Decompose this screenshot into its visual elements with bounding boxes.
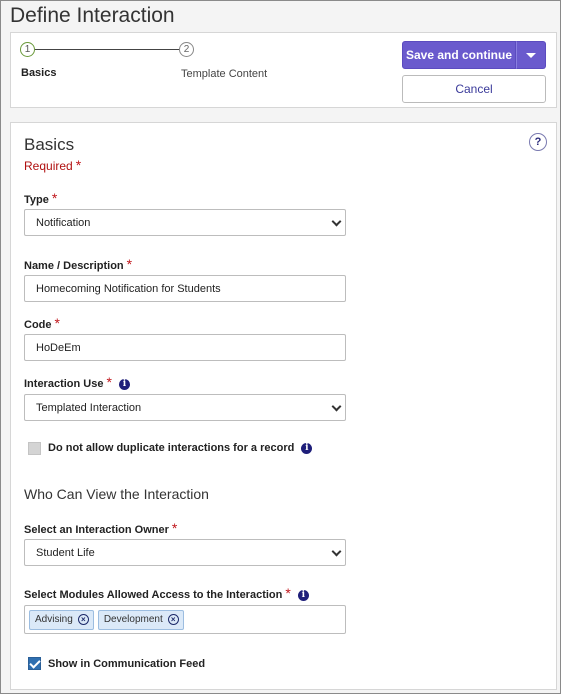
no-duplicates-label-text: Do not allow duplicate interactions for … xyxy=(48,442,295,454)
caret-down-icon xyxy=(526,52,536,58)
name-label-text: Name / Description xyxy=(24,260,124,272)
module-chip-development: Development × xyxy=(97,609,184,630)
close-circle-icon[interactable]: × xyxy=(77,614,89,625)
step-1-label[interactable]: Basics xyxy=(21,67,56,79)
chevron-down-icon xyxy=(331,546,342,557)
name-input[interactable]: Homecoming Notification for Students xyxy=(24,275,346,302)
info-circle-icon[interactable]: i xyxy=(118,378,130,390)
type-select-value: Notification xyxy=(36,216,91,229)
required-star: * xyxy=(285,585,291,601)
required-star: * xyxy=(51,190,58,206)
name-label: Name / Description * xyxy=(24,256,132,272)
interaction-use-label-text: Interaction Use xyxy=(24,378,104,390)
basics-panel: Basics ? Required * Type * Notification Na… xyxy=(10,122,557,690)
chip-label: Development xyxy=(103,614,163,625)
interaction-use-label: Interaction Use * i xyxy=(24,374,130,390)
step-1-indicator[interactable]: 1 xyxy=(20,42,35,57)
chevron-down-icon xyxy=(331,401,342,412)
type-label-text: Type xyxy=(24,194,49,206)
code-label-text: Code xyxy=(24,319,52,331)
section-title: Basics xyxy=(24,135,75,154)
required-star: * xyxy=(75,157,82,173)
type-select[interactable]: Notification xyxy=(24,209,346,236)
modules-label-text: Select Modules Allowed Access to the Int… xyxy=(24,589,283,601)
interaction-use-select-value: Templated Interaction xyxy=(36,401,142,414)
code-label: Code * xyxy=(24,315,60,331)
show-in-feed-checkbox[interactable] xyxy=(28,657,41,670)
page-title: Define Interaction xyxy=(10,4,175,27)
step-connector xyxy=(35,49,179,50)
owner-select[interactable]: Student Life xyxy=(24,539,346,566)
no-duplicates-checkbox[interactable] xyxy=(28,442,41,455)
close-circle-icon[interactable]: × xyxy=(167,614,179,625)
chip-label: Advising xyxy=(35,614,73,625)
module-chip-advising: Advising × xyxy=(29,609,94,630)
step-2-indicator[interactable]: 2 xyxy=(179,42,194,57)
modules-multiselect[interactable]: Advising × Development × xyxy=(24,605,346,634)
code-input[interactable]: HoDeEm xyxy=(24,334,346,361)
cancel-button[interactable]: Cancel xyxy=(402,75,546,103)
owner-label-text: Select an Interaction Owner xyxy=(24,524,169,536)
required-star: * xyxy=(171,520,178,536)
chevron-down-icon xyxy=(331,216,342,227)
show-in-feed-label[interactable]: Show in Communication Feed xyxy=(48,658,205,670)
code-input-value: HoDeEm xyxy=(36,341,81,354)
required-note: Required * xyxy=(24,157,81,173)
no-duplicates-label[interactable]: Do not allow duplicate interactions for … xyxy=(48,442,313,454)
step-2-label[interactable]: Template Content xyxy=(181,68,267,80)
save-and-continue-button[interactable]: Save and continue xyxy=(402,41,516,69)
visibility-section-title: Who Can View the Interaction xyxy=(24,486,209,502)
save-options-dropdown-button[interactable] xyxy=(516,41,546,69)
question-circle-icon[interactable]: ? xyxy=(529,133,547,151)
name-input-value: Homecoming Notification for Students xyxy=(36,282,221,295)
owner-label: Select an Interaction Owner * xyxy=(24,520,177,536)
required-star: * xyxy=(54,315,60,331)
required-star: * xyxy=(106,374,112,390)
interaction-use-select[interactable]: Templated Interaction xyxy=(24,394,346,421)
modules-label: Select Modules Allowed Access to the Int… xyxy=(24,585,309,601)
wizard-header: 1 2 Basics Template Content Save and con… xyxy=(10,32,557,108)
owner-select-value: Student Life xyxy=(36,546,95,559)
info-circle-icon[interactable]: i xyxy=(301,442,313,454)
info-circle-icon[interactable]: i xyxy=(297,589,309,601)
type-label: Type * xyxy=(24,190,57,206)
required-note-text: Required xyxy=(24,159,73,173)
required-star: * xyxy=(126,256,133,272)
